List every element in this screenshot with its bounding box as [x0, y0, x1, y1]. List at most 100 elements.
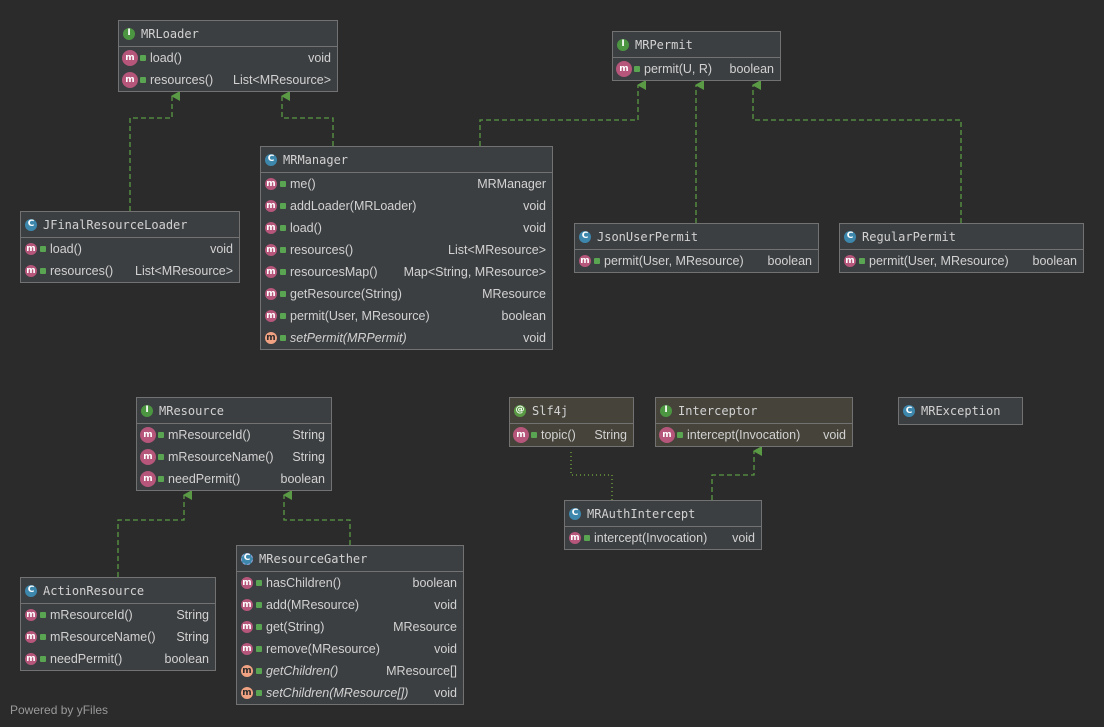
method-return-type: List<MResource> — [233, 73, 331, 87]
method-return-type: String — [292, 450, 325, 464]
public-visibility-icon — [859, 258, 865, 264]
method-row[interactable]: m permit(User, MResource) boolean — [840, 250, 1083, 272]
public-visibility-icon — [158, 432, 164, 438]
method-row[interactable]: m add(MResource) void — [237, 594, 463, 616]
method-row[interactable]: m resources() List<MResource> — [119, 69, 337, 91]
method-row[interactable]: m remove(MResource) void — [237, 638, 463, 660]
method-m-icon: m — [25, 653, 37, 665]
method-return-type: boolean — [164, 652, 210, 666]
method-name: permit(User, MResource) — [290, 309, 430, 323]
method-row[interactable]: m mResourceName() String — [137, 446, 331, 468]
method-row[interactable]: m getResource(String) MResource — [261, 283, 552, 305]
method-icon: m — [141, 428, 164, 442]
interface-kind-icon: I — [123, 27, 135, 40]
method-icon: m — [265, 310, 286, 322]
method-return-type: MResource — [393, 620, 457, 634]
method-row[interactable]: m intercept(Invocation) void — [656, 424, 852, 446]
abstract-kind-icon: C — [241, 552, 253, 565]
method-name: permit(U, R) — [644, 62, 713, 76]
node-interceptor[interactable]: I Interceptor m intercept(Invocation) void — [655, 397, 853, 447]
method-row[interactable]: m permit(User, MResource) boolean — [575, 250, 818, 272]
method-m-icon: m — [241, 643, 253, 655]
method-row[interactable]: m topic() String — [510, 424, 633, 446]
method-row[interactable]: m intercept(Invocation) void — [565, 527, 761, 549]
node-gather[interactable]: C MResourceGather m hasChildren() boolean m ad… — [236, 545, 464, 705]
class-kind-icon: C — [569, 507, 581, 520]
method-row[interactable]: m setChildren(MResource[]) void — [237, 682, 463, 704]
method-row[interactable]: m load() void — [21, 238, 239, 260]
node-jsonuser[interactable]: C JsonUserPermit m permit(User, MResource) b… — [574, 223, 819, 273]
node-mrpermit[interactable]: I MRPermit m permit(U, R) boolean — [612, 31, 781, 81]
method-name: setPermit(MRPermit) — [290, 331, 407, 345]
method-row[interactable]: m mResourceName() String — [21, 626, 215, 648]
method-row[interactable]: m permit(User, MResource) boolean — [261, 305, 552, 327]
node-mrmanager[interactable]: C MRManager m me() MRManager m addLoader(MRLoa… — [260, 146, 553, 350]
method-m-icon: m — [25, 609, 37, 621]
method-row[interactable]: m addLoader(MRLoader) void — [261, 195, 552, 217]
method-name: topic() — [541, 428, 576, 442]
method-name: permit(User, MResource) — [869, 254, 1009, 268]
method-icon: m — [265, 288, 286, 300]
method-icon: m — [141, 472, 164, 486]
method-row[interactable]: m resourcesMap() Map<String, MResource> — [261, 261, 552, 283]
method-return-type: List<MResource> — [135, 264, 233, 278]
method-return-type: MRManager — [477, 177, 546, 191]
method-icon: m — [25, 609, 46, 621]
method-return-type: String — [176, 630, 209, 644]
method-return-type: boolean — [501, 309, 547, 323]
class-name: MRPermit — [635, 37, 693, 52]
public-visibility-icon — [677, 432, 683, 438]
method-m-icon: m — [25, 243, 37, 255]
method-return-type: String — [292, 428, 325, 442]
method-row[interactable]: m needPermit() boolean — [21, 648, 215, 670]
method-name: mResourceId() — [168, 428, 251, 442]
class-kind-icon: C — [844, 230, 856, 243]
node-mresource[interactable]: I MResource m mResourceId() String m mResource… — [136, 397, 332, 491]
node-mrexception[interactable]: C MRException — [898, 397, 1023, 425]
method-m-icon: m — [265, 200, 277, 212]
node-mrloader[interactable]: I MRLoader m load() void m resources() List<MRe… — [118, 20, 338, 92]
public-visibility-icon — [634, 66, 640, 72]
class-name: ActionResource — [43, 583, 145, 598]
node-header: I MRPermit — [613, 32, 780, 58]
method-name: load() — [290, 221, 322, 235]
method-return-type: void — [523, 221, 546, 235]
method-return-type: void — [732, 531, 755, 545]
class-name: MRAuthIntercept — [587, 506, 696, 521]
method-return-type: void — [434, 642, 457, 656]
node-jfinal[interactable]: C JFinalResourceLoader m load() void m resourc… — [20, 211, 240, 283]
method-row[interactable]: m mResourceId() String — [137, 424, 331, 446]
node-actionres[interactable]: C ActionResource m mResourceId() String m mRes… — [20, 577, 216, 671]
method-return-type: void — [308, 51, 331, 65]
method-row[interactable]: m resources() List<MResource> — [21, 260, 239, 282]
method-row[interactable]: m load() void — [119, 47, 337, 69]
method-row[interactable]: m permit(U, R) boolean — [613, 58, 780, 80]
edge-mrauth-interceptor — [711, 446, 762, 500]
method-return-type: boolean — [1032, 254, 1078, 268]
method-row[interactable]: m getChildren() MResource[] — [237, 660, 463, 682]
method-name: addLoader(MRLoader) — [290, 199, 417, 213]
node-mrauth[interactable]: C MRAuthIntercept m intercept(Invocation) vo… — [564, 500, 762, 550]
method-row[interactable]: m setPermit(MRPermit) void — [261, 327, 552, 349]
node-slf4j[interactable]: @ Slf4j m topic() String — [509, 397, 634, 447]
node-header: I Interceptor — [656, 398, 852, 424]
edge-gather-mresource — [283, 490, 351, 545]
method-row[interactable]: m mResourceId() String — [21, 604, 215, 626]
method-icon: m — [25, 653, 46, 665]
method-m-icon: m — [123, 73, 137, 87]
method-icon: m — [123, 51, 146, 65]
method-row[interactable]: m get(String) MResource — [237, 616, 463, 638]
method-row[interactable]: m needPermit() boolean — [137, 468, 331, 490]
public-visibility-icon — [280, 269, 286, 275]
method-m-icon: m — [241, 621, 253, 633]
method-m-icon: m — [514, 428, 528, 442]
method-row[interactable]: m resources() List<MResource> — [261, 239, 552, 261]
public-visibility-icon — [158, 454, 164, 460]
method-row[interactable]: m load() void — [261, 217, 552, 239]
method-row[interactable]: m hasChildren() boolean — [237, 572, 463, 594]
class-kind-icon: C — [903, 405, 915, 417]
node-regular[interactable]: C RegularPermit m permit(User, MResource) bo… — [839, 223, 1084, 273]
method-m-icon: m — [265, 222, 277, 234]
method-return-type: void — [210, 242, 233, 256]
method-row[interactable]: m me() MRManager — [261, 173, 552, 195]
